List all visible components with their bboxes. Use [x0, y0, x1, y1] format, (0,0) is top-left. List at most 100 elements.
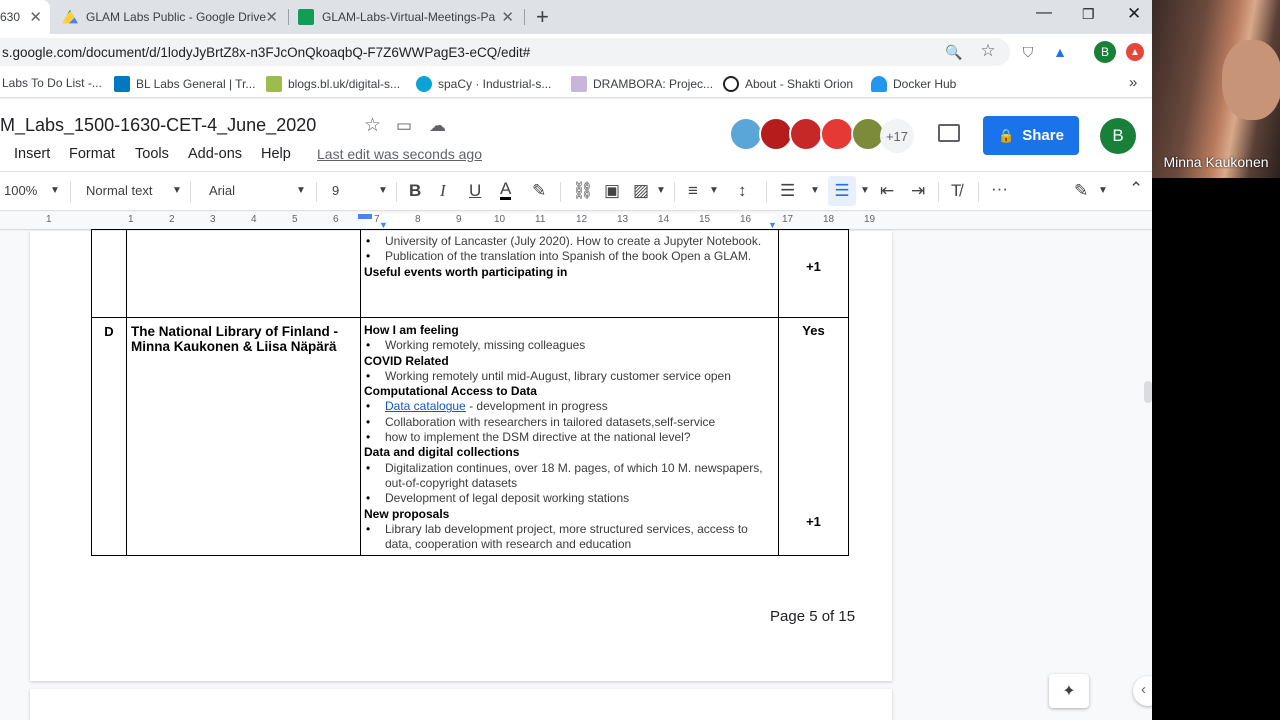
- organization-cell[interactable]: The National Library of Finland - Minna …: [126, 317, 361, 556]
- chevron-down-icon[interactable]: ▼: [50, 185, 60, 196]
- list-item: Library lab development project, more st…: [364, 522, 775, 553]
- bullet-list: Working remotely until mid-August, libra…: [364, 369, 775, 385]
- link-icon[interactable]: ⛓: [572, 181, 594, 201]
- table-cell[interactable]: [126, 229, 361, 318]
- collaborator-avatar[interactable]: [759, 117, 793, 151]
- bold-icon[interactable]: B: [409, 181, 421, 201]
- font-select[interactable]: Arial: [209, 183, 235, 198]
- underline-icon[interactable]: U: [469, 181, 481, 201]
- comment-history-icon[interactable]: [938, 124, 960, 142]
- decrease-indent-icon[interactable]: ⇤: [880, 181, 894, 201]
- document-title[interactable]: M_Labs_1500-1630-CET-4_June_2020: [0, 115, 316, 136]
- close-icon[interactable]: ✕: [29, 8, 42, 26]
- menu-help[interactable]: Help: [261, 146, 291, 162]
- chevron-down-icon[interactable]: ▼: [709, 185, 719, 196]
- zoom-select[interactable]: 100%: [4, 183, 37, 198]
- list-item: Publication of the translation into Span…: [364, 249, 775, 265]
- chevron-down-icon[interactable]: ▼: [860, 185, 870, 196]
- chevron-down-icon[interactable]: ▼: [172, 185, 182, 196]
- menu-insert[interactable]: Insert: [14, 146, 50, 162]
- menu-format[interactable]: Format: [69, 146, 115, 162]
- collaborator-avatar[interactable]: [820, 117, 854, 151]
- chevron-down-icon[interactable]: ▼: [378, 185, 388, 196]
- cloud-status-icon[interactable]: ☁: [429, 116, 446, 136]
- bookmark-item[interactable]: About - Shakti Orion: [723, 76, 853, 92]
- bookmark-item[interactable]: DRAMBORA: Projec...: [571, 76, 713, 92]
- ruler[interactable]: 1 1 2 3 4 5 6 7 8 9 10 11 12 13 14 15 16…: [0, 212, 1152, 230]
- star-icon[interactable]: ☆: [978, 41, 998, 61]
- align-left-icon[interactable]: ≡: [688, 181, 698, 201]
- new-tab-button[interactable]: +: [536, 4, 549, 30]
- line-spacing-icon[interactable]: ↕: [738, 181, 747, 201]
- insert-image-icon[interactable]: ▨: [633, 181, 649, 201]
- chevron-up-icon[interactable]: ⌃: [1129, 179, 1143, 199]
- drive-extension-icon[interactable]: ▲: [1050, 42, 1070, 62]
- numbered-list-icon[interactable]: ☰: [780, 181, 795, 201]
- notes-cell[interactable]: How I am feeling Working remotely, missi…: [360, 317, 779, 556]
- menu-tools[interactable]: Tools: [135, 146, 169, 162]
- profile-avatar[interactable]: B: [1094, 41, 1116, 63]
- ruler-number: 15: [699, 214, 711, 225]
- shield-extension-icon[interactable]: ⛉: [1018, 42, 1038, 62]
- star-icon[interactable]: ☆: [364, 114, 381, 137]
- collaborator-avatar[interactable]: [729, 117, 763, 151]
- bookmark-item[interactable]: Labs To Do List -...: [2, 76, 102, 90]
- bookmark-item[interactable]: blogs.bl.uk/digital-s...: [266, 76, 400, 92]
- more-collaborators-badge[interactable]: +17: [880, 119, 914, 153]
- vertical-scrollbar[interactable]: [1144, 381, 1152, 403]
- bookmark-item[interactable]: BL Labs General | Tr...: [114, 76, 255, 92]
- window-close-icon[interactable]: ✕: [1127, 4, 1141, 24]
- zoom-icon[interactable]: 🔍: [944, 42, 964, 62]
- account-avatar[interactable]: B: [1100, 118, 1136, 154]
- list-item: Working remotely until mid-August, libra…: [364, 369, 775, 385]
- bookmark-item[interactable]: Docker Hub: [871, 76, 956, 92]
- add-comment-icon[interactable]: ▣: [604, 181, 620, 201]
- share-button[interactable]: 🔒 Share: [983, 116, 1079, 155]
- table-cell[interactable]: [91, 229, 127, 318]
- close-icon[interactable]: ✕: [501, 8, 514, 26]
- docker-icon: [871, 76, 887, 92]
- paragraph-style-select[interactable]: Normal text: [86, 183, 152, 198]
- tab-drive[interactable]: GLAM Labs Public - Google Drive ✕: [54, 0, 286, 34]
- close-icon[interactable]: ✕: [265, 8, 278, 26]
- document-page[interactable]: University of Lancaster (July 2020). How…: [30, 229, 892, 681]
- section-heading: New proposals: [364, 506, 450, 521]
- chevron-down-icon[interactable]: ▼: [810, 185, 820, 196]
- list-item: Digitalization continues, over 18 M. pag…: [364, 461, 775, 492]
- tab-current[interactable]: 630 ✕: [0, 0, 50, 34]
- first-line-indent-marker[interactable]: [358, 214, 372, 219]
- tab-sheets[interactable]: GLAM-Labs-Virtual-Meetings-Pa ✕: [290, 0, 522, 34]
- editing-mode-icon[interactable]: ✎: [1074, 181, 1088, 201]
- explore-button[interactable]: ✦: [1049, 674, 1089, 708]
- next-page[interactable]: [30, 689, 892, 720]
- more-options-icon[interactable]: ···: [991, 179, 1008, 199]
- restore-icon[interactable]: ❐: [1082, 6, 1095, 23]
- text-color-icon[interactable]: A: [500, 180, 512, 200]
- update-icon[interactable]: ▲: [1126, 43, 1144, 61]
- menu-addons[interactable]: Add-ons: [188, 146, 242, 162]
- last-edit-link[interactable]: Last edit was seconds ago: [317, 146, 482, 162]
- bulleted-list-icon[interactable]: ☰: [828, 176, 856, 206]
- italic-icon[interactable]: I: [440, 181, 446, 201]
- font-size-select[interactable]: 9: [332, 183, 339, 198]
- table-cell[interactable]: +1: [778, 229, 849, 318]
- chevron-down-icon[interactable]: ▼: [296, 185, 306, 196]
- chevron-down-icon[interactable]: ▼: [1098, 185, 1108, 196]
- move-folder-icon[interactable]: ▭: [396, 116, 412, 136]
- bookmarks-more-icon[interactable]: »: [1129, 74, 1137, 91]
- omnibox[interactable]: s.google.com/document/d/1lodyJyBrtZ8x-n3…: [0, 38, 1010, 66]
- clear-formatting-icon[interactable]: T̸: [951, 181, 961, 201]
- highlight-icon[interactable]: ✎: [532, 181, 546, 201]
- increase-indent-icon[interactable]: ⇥: [911, 181, 925, 201]
- chevron-down-icon[interactable]: ▼: [656, 185, 666, 196]
- table-cell[interactable]: University of Lancaster (July 2020). How…: [360, 229, 779, 318]
- table-cell[interactable]: Yes +1: [778, 317, 849, 556]
- minimize-icon[interactable]: —: [1036, 4, 1052, 22]
- ruler-number: 9: [456, 214, 462, 225]
- url-text: s.google.com/document/d/1lodyJyBrtZ8x-n3…: [2, 45, 531, 60]
- side-panel-toggle[interactable]: ‹: [1133, 676, 1152, 706]
- bookmark-item[interactable]: spaCy · Industrial-s...: [416, 76, 551, 92]
- row-letter[interactable]: D: [91, 317, 127, 556]
- data-catalogue-link[interactable]: Data catalogue: [385, 399, 466, 413]
- collaborator-avatar[interactable]: [789, 117, 823, 151]
